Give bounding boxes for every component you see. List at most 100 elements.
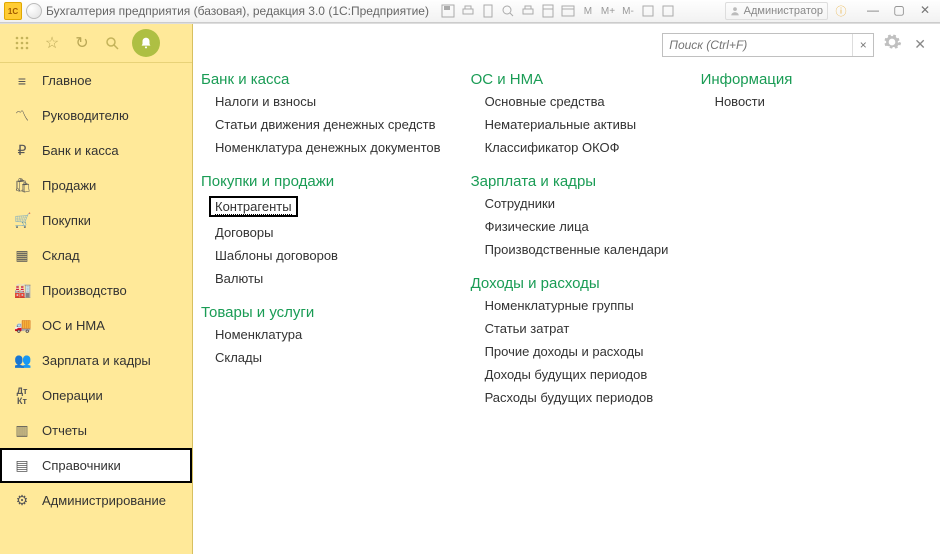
sidebar-item-bank[interactable]: ₽ Банк и касса bbox=[0, 133, 192, 168]
tb-box2-icon[interactable] bbox=[659, 3, 677, 19]
search-input[interactable] bbox=[663, 38, 852, 52]
content-area: × ✕ Банк и касса Налоги и взносы Статьи … bbox=[193, 24, 940, 554]
tb-doc-icon[interactable] bbox=[479, 3, 497, 19]
sidebar-item-production[interactable]: 🏭 Производство bbox=[0, 273, 192, 308]
user-icon bbox=[730, 6, 740, 16]
sidebar-item-label: Операции bbox=[42, 388, 103, 403]
link-news[interactable]: Новости bbox=[715, 94, 841, 109]
sidebar-item-main[interactable]: ≡ Главное bbox=[0, 63, 192, 98]
section-title[interactable]: Доходы и расходы bbox=[471, 275, 671, 292]
bag-icon: 🛍 bbox=[14, 177, 30, 194]
link-cost-items[interactable]: Статьи затрат bbox=[485, 321, 671, 336]
link-deferred-income[interactable]: Доходы будущих периодов bbox=[485, 367, 671, 382]
tb-info-icon[interactable]: ⓘ bbox=[832, 3, 850, 19]
section-title[interactable]: Информация bbox=[701, 71, 841, 88]
sidebar-item-label: Склад bbox=[42, 248, 80, 263]
sidebar-item-label: Банк и касса bbox=[42, 143, 119, 158]
user-badge[interactable]: Администратор bbox=[725, 2, 828, 20]
content-header: × ✕ bbox=[193, 24, 940, 65]
notifications-bell-icon[interactable] bbox=[132, 29, 160, 57]
operations-icon: ДтКт bbox=[14, 386, 30, 406]
link-intangible-assets[interactable]: Нематериальные активы bbox=[485, 117, 671, 132]
sidebar-item-operations[interactable]: ДтКт Операции bbox=[0, 378, 192, 413]
star-icon[interactable]: ☆ bbox=[42, 33, 62, 53]
sidebar-item-admin[interactable]: ⚙ Администрирование bbox=[0, 483, 192, 518]
search-icon[interactable] bbox=[102, 33, 122, 53]
tb-calendar-icon[interactable] bbox=[559, 3, 577, 19]
catalogs-icon: ▤ bbox=[14, 457, 30, 474]
link-warehouses[interactable]: Склады bbox=[215, 350, 441, 365]
tb-mminus-icon[interactable]: M- bbox=[619, 3, 637, 19]
sidebar-item-purchases[interactable]: 🛒 Покупки bbox=[0, 203, 192, 238]
section-purchases-sales: Покупки и продажи Контрагенты Договоры Ш… bbox=[201, 173, 441, 286]
tb-preview-icon[interactable] bbox=[499, 3, 517, 19]
link-okof[interactable]: Классификатор ОКОФ bbox=[485, 140, 671, 155]
sidebar-item-reports[interactable]: ▥ Отчеты bbox=[0, 413, 192, 448]
tb-mplus-icon[interactable]: M+ bbox=[599, 3, 617, 19]
tb-box-icon[interactable] bbox=[639, 3, 657, 19]
link-other-income-expense[interactable]: Прочие доходы и расходы bbox=[485, 344, 671, 359]
window-maximize-button[interactable]: ▢ bbox=[888, 3, 910, 19]
sidebar-item-sales[interactable]: 🛍 Продажи bbox=[0, 168, 192, 203]
sidebar-item-catalogs[interactable]: ▤ Справочники bbox=[0, 448, 192, 483]
warehouse-icon: ▦ bbox=[14, 247, 30, 264]
link-deferred-expense[interactable]: Расходы будущих периодов bbox=[485, 390, 671, 405]
sidebar-item-label: Главное bbox=[42, 73, 92, 88]
tb-print2-icon[interactable] bbox=[519, 3, 537, 19]
tb-save-icon[interactable] bbox=[439, 3, 457, 19]
tb-m-icon[interactable]: M bbox=[579, 3, 597, 19]
sidebar-item-label: Справочники bbox=[42, 458, 121, 473]
link-cashflow-items[interactable]: Статьи движения денежных средств bbox=[215, 117, 441, 132]
section-title[interactable]: Банк и касса bbox=[201, 71, 441, 88]
chart-icon: 〽 bbox=[14, 106, 30, 126]
search-box: × bbox=[662, 33, 874, 57]
link-currencies[interactable]: Валюты bbox=[215, 271, 441, 286]
window-close-button[interactable]: ✕ bbox=[914, 3, 936, 19]
sidebar-item-warehouse[interactable]: ▦ Склад bbox=[0, 238, 192, 273]
settings-gear-icon[interactable] bbox=[882, 32, 902, 57]
section-assets: ОС и НМА Основные средства Нематериальны… bbox=[471, 71, 671, 155]
apps-grid-icon[interactable] bbox=[12, 33, 32, 53]
ruble-icon: ₽ bbox=[14, 142, 30, 159]
section-title[interactable]: Зарплата и кадры bbox=[471, 173, 671, 190]
people-icon: 👥 bbox=[14, 352, 30, 369]
search-clear-button[interactable]: × bbox=[852, 34, 873, 56]
tb-calc-icon[interactable] bbox=[539, 3, 557, 19]
section-title[interactable]: ОС и НМА bbox=[471, 71, 671, 88]
link-taxes[interactable]: Налоги и взносы bbox=[215, 94, 441, 109]
orb-icon[interactable] bbox=[26, 3, 42, 19]
section-hr: Зарплата и кадры Сотрудники Физические л… bbox=[471, 173, 671, 257]
user-name: Администратор bbox=[744, 5, 823, 17]
sidebar-item-assets[interactable]: 🚚 ОС и НМА bbox=[0, 308, 192, 343]
link-cashdoc-nomenclature[interactable]: Номенклатура денежных документов bbox=[215, 140, 441, 155]
link-individuals[interactable]: Физические лица bbox=[485, 219, 671, 234]
section-title[interactable]: Покупки и продажи bbox=[201, 173, 441, 190]
sidebar-item-hr[interactable]: 👥 Зарплата и кадры bbox=[0, 343, 192, 378]
link-employees[interactable]: Сотрудники bbox=[485, 196, 671, 211]
section-information: Информация Новости bbox=[701, 71, 841, 109]
link-fixed-assets[interactable]: Основные средства bbox=[485, 94, 671, 109]
title-bar: 1С Бухгалтерия предприятия (базовая), ре… bbox=[0, 0, 940, 23]
content-column-1: Банк и касса Налоги и взносы Статьи движ… bbox=[201, 71, 441, 405]
sidebar-item-manager[interactable]: 〽 Руководителю bbox=[0, 98, 192, 133]
link-calendars[interactable]: Производственные календари bbox=[485, 242, 671, 257]
app-icon: 1С bbox=[4, 2, 22, 20]
content-column-3: Информация Новости bbox=[701, 71, 841, 405]
content-body: Банк и касса Налоги и взносы Статьи движ… bbox=[193, 65, 940, 554]
cart-icon: 🛒 bbox=[14, 212, 30, 229]
link-nomenclature-groups[interactable]: Номенклатурные группы bbox=[485, 298, 671, 313]
tb-print-icon[interactable] bbox=[459, 3, 477, 19]
factory-icon: 🏭 bbox=[14, 282, 30, 299]
link-nomenclature[interactable]: Номенклатура bbox=[215, 327, 441, 342]
section-bank: Банк и касса Налоги и взносы Статьи движ… bbox=[201, 71, 441, 155]
sidebar: ☆ ↻ ≡ Главное 〽 Руководителю ₽ Банк и ка… bbox=[0, 24, 193, 554]
sidebar-item-label: Производство bbox=[42, 283, 127, 298]
section-title[interactable]: Товары и услуги bbox=[201, 304, 441, 321]
link-contract-templates[interactable]: Шаблоны договоров bbox=[215, 248, 441, 263]
window-minimize-button[interactable]: — bbox=[862, 3, 884, 19]
close-panel-button[interactable]: ✕ bbox=[914, 36, 926, 53]
link-counterparties[interactable]: Контрагенты bbox=[209, 196, 298, 217]
history-icon[interactable]: ↻ bbox=[72, 33, 92, 53]
link-contracts[interactable]: Договоры bbox=[215, 225, 441, 240]
sidebar-item-label: Руководителю bbox=[42, 108, 129, 123]
